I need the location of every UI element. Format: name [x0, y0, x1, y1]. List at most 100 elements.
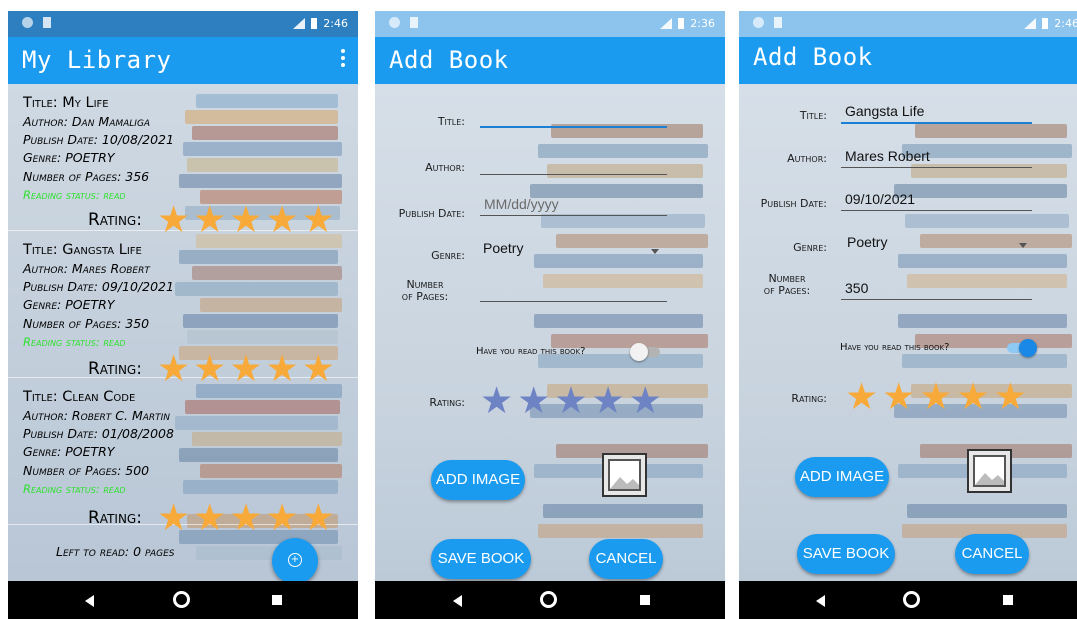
- book-author: Author: Robert C. Martin: [23, 408, 171, 423]
- cancel-button[interactable]: CANCEL: [589, 539, 663, 579]
- page-title: Add Book: [753, 43, 873, 71]
- list-item[interactable]: Title: Clean Code Author: Robert C. Mart…: [8, 378, 358, 536]
- reading-status: Reading status: read: [23, 188, 126, 202]
- publish-date-label: Publish Date:: [398, 207, 465, 220]
- home-circle-icon[interactable]: [540, 591, 557, 608]
- reading-status: Reading status: read: [23, 335, 126, 349]
- status-time: 2:46: [323, 17, 348, 30]
- star-icon[interactable]: ★: [480, 382, 513, 419]
- status-bar: 2:46: [739, 11, 1077, 37]
- rating-label: Rating:: [88, 508, 142, 528]
- genre-selected-value: Poetry: [847, 234, 888, 250]
- genre-select[interactable]: Poetry: [847, 234, 1031, 258]
- star-icon: ★: [301, 496, 335, 539]
- read-toggle[interactable]: [1005, 339, 1037, 357]
- book-publish-date: Publish Date: 01/08/2008: [23, 426, 174, 441]
- author-field[interactable]: [841, 144, 1032, 168]
- book-title: Title: My Life: [23, 95, 109, 111]
- title-field[interactable]: [841, 100, 1032, 124]
- pages-field[interactable]: [841, 276, 1032, 300]
- status-time: 2:36: [690, 17, 715, 30]
- publish-date-field[interactable]: [480, 192, 667, 216]
- author-field[interactable]: [480, 151, 667, 175]
- signal-icon: [293, 18, 306, 29]
- image-placeholder-icon: [602, 453, 647, 497]
- home-circle-icon[interactable]: [173, 591, 190, 608]
- star-icon[interactable]: ★: [845, 378, 878, 415]
- star-icon: ★: [229, 496, 263, 539]
- app-bar: Add Book: [375, 37, 725, 84]
- page-title: Add Book: [389, 46, 509, 74]
- star-icon[interactable]: ★: [882, 378, 915, 415]
- save-book-button[interactable]: SAVE BOOK: [431, 539, 531, 579]
- genre-label: Genre:: [793, 241, 827, 254]
- add-circle-icon: +: [288, 553, 302, 567]
- book-author: Author: Dan Mamaliga: [23, 114, 151, 129]
- add-image-button[interactable]: ADD IMAGE: [431, 460, 525, 500]
- signal-icon: [660, 18, 673, 29]
- add-book-fab[interactable]: +: [272, 538, 318, 581]
- battery-icon: [311, 18, 318, 29]
- read-question-label: Have you read this book?: [840, 342, 950, 353]
- star-icon[interactable]: ★: [957, 378, 990, 415]
- phone-add-book-empty: 2:36 Add Book Title: Author: Publish Dat…: [375, 11, 725, 619]
- star-icon[interactable]: ★: [554, 382, 587, 419]
- book-genre: Genre: POETRY: [23, 297, 115, 312]
- read-toggle[interactable]: [630, 343, 662, 361]
- recent-square-icon[interactable]: [640, 595, 650, 605]
- back-triangle-icon[interactable]: [453, 595, 462, 607]
- author-label: Author:: [425, 161, 465, 174]
- book-genre: Genre: POETRY: [23, 444, 115, 459]
- recent-square-icon[interactable]: [1003, 595, 1013, 605]
- star-icon: ★: [157, 496, 191, 539]
- read-question-label: Have you read this book?: [476, 346, 586, 357]
- cancel-button[interactable]: CANCEL: [955, 534, 1029, 574]
- notification-icon: [389, 17, 400, 28]
- list-item[interactable]: Title: Gangsta Life Author: Mares Robert…: [8, 231, 358, 387]
- list-item[interactable]: Title: My Life Author: Dan Mamaliga Publ…: [8, 84, 358, 238]
- navigation-bar: [375, 581, 725, 619]
- notification-icon: [753, 17, 764, 28]
- home-circle-icon[interactable]: [903, 591, 920, 608]
- rating-bar[interactable]: ★ ★ ★ ★ ★: [845, 378, 1027, 415]
- save-book-button[interactable]: SAVE BOOK: [797, 534, 895, 574]
- pages-label: Number of Pages:: [401, 278, 449, 303]
- back-triangle-icon[interactable]: [816, 595, 825, 607]
- recent-square-icon[interactable]: [272, 595, 282, 605]
- phone-add-book-filled: 2:46 Add Book Title: Author: P: [739, 11, 1077, 619]
- overflow-menu-icon[interactable]: [338, 49, 348, 67]
- title-label: Title:: [799, 109, 827, 122]
- rating-bar[interactable]: ★ ★ ★ ★ ★: [480, 382, 662, 419]
- sd-card-icon: [43, 17, 51, 28]
- star-icon[interactable]: ★: [592, 382, 625, 419]
- star-icon[interactable]: ★: [994, 378, 1027, 415]
- app-bar: Add Book: [739, 37, 1077, 84]
- navigation-bar: [739, 581, 1077, 619]
- sd-card-icon: [410, 17, 418, 28]
- title-field[interactable]: [480, 104, 667, 128]
- navigation-bar: [8, 581, 358, 619]
- book-genre: Genre: POETRY: [23, 150, 115, 165]
- title-label: Title:: [437, 115, 465, 128]
- phone-library-screen: 2:46 My Library Title: My Life Author: D…: [8, 11, 358, 619]
- genre-select[interactable]: Poetry: [483, 240, 663, 264]
- book-pages: Number of Pages: 350: [23, 316, 150, 331]
- pages-field[interactable]: [480, 278, 667, 302]
- star-icon[interactable]: ★: [629, 382, 662, 419]
- back-triangle-icon[interactable]: [85, 595, 94, 607]
- book-title: Title: Gangsta Life: [23, 242, 142, 258]
- publish-date-field[interactable]: [841, 187, 1032, 211]
- star-icon[interactable]: ★: [517, 382, 550, 419]
- rating-label: Rating:: [88, 359, 142, 379]
- star-icon: ★: [193, 496, 227, 539]
- book-list[interactable]: Title: My Life Author: Dan Mamaliga Publ…: [8, 84, 358, 581]
- image-placeholder-icon: [967, 449, 1012, 493]
- add-book-form: Title: Author: Publish Date: Genre: Poet…: [739, 84, 1077, 581]
- rating-label: Rating:: [88, 210, 142, 230]
- book-publish-date: Publish Date: 09/10/2021: [23, 279, 174, 294]
- add-image-button[interactable]: ADD IMAGE: [795, 457, 889, 497]
- pages-label: Number of Pages:: [763, 272, 811, 297]
- book-author: Author: Mares Robert: [23, 261, 150, 276]
- page-title: My Library: [22, 46, 172, 74]
- star-icon[interactable]: ★: [919, 378, 952, 415]
